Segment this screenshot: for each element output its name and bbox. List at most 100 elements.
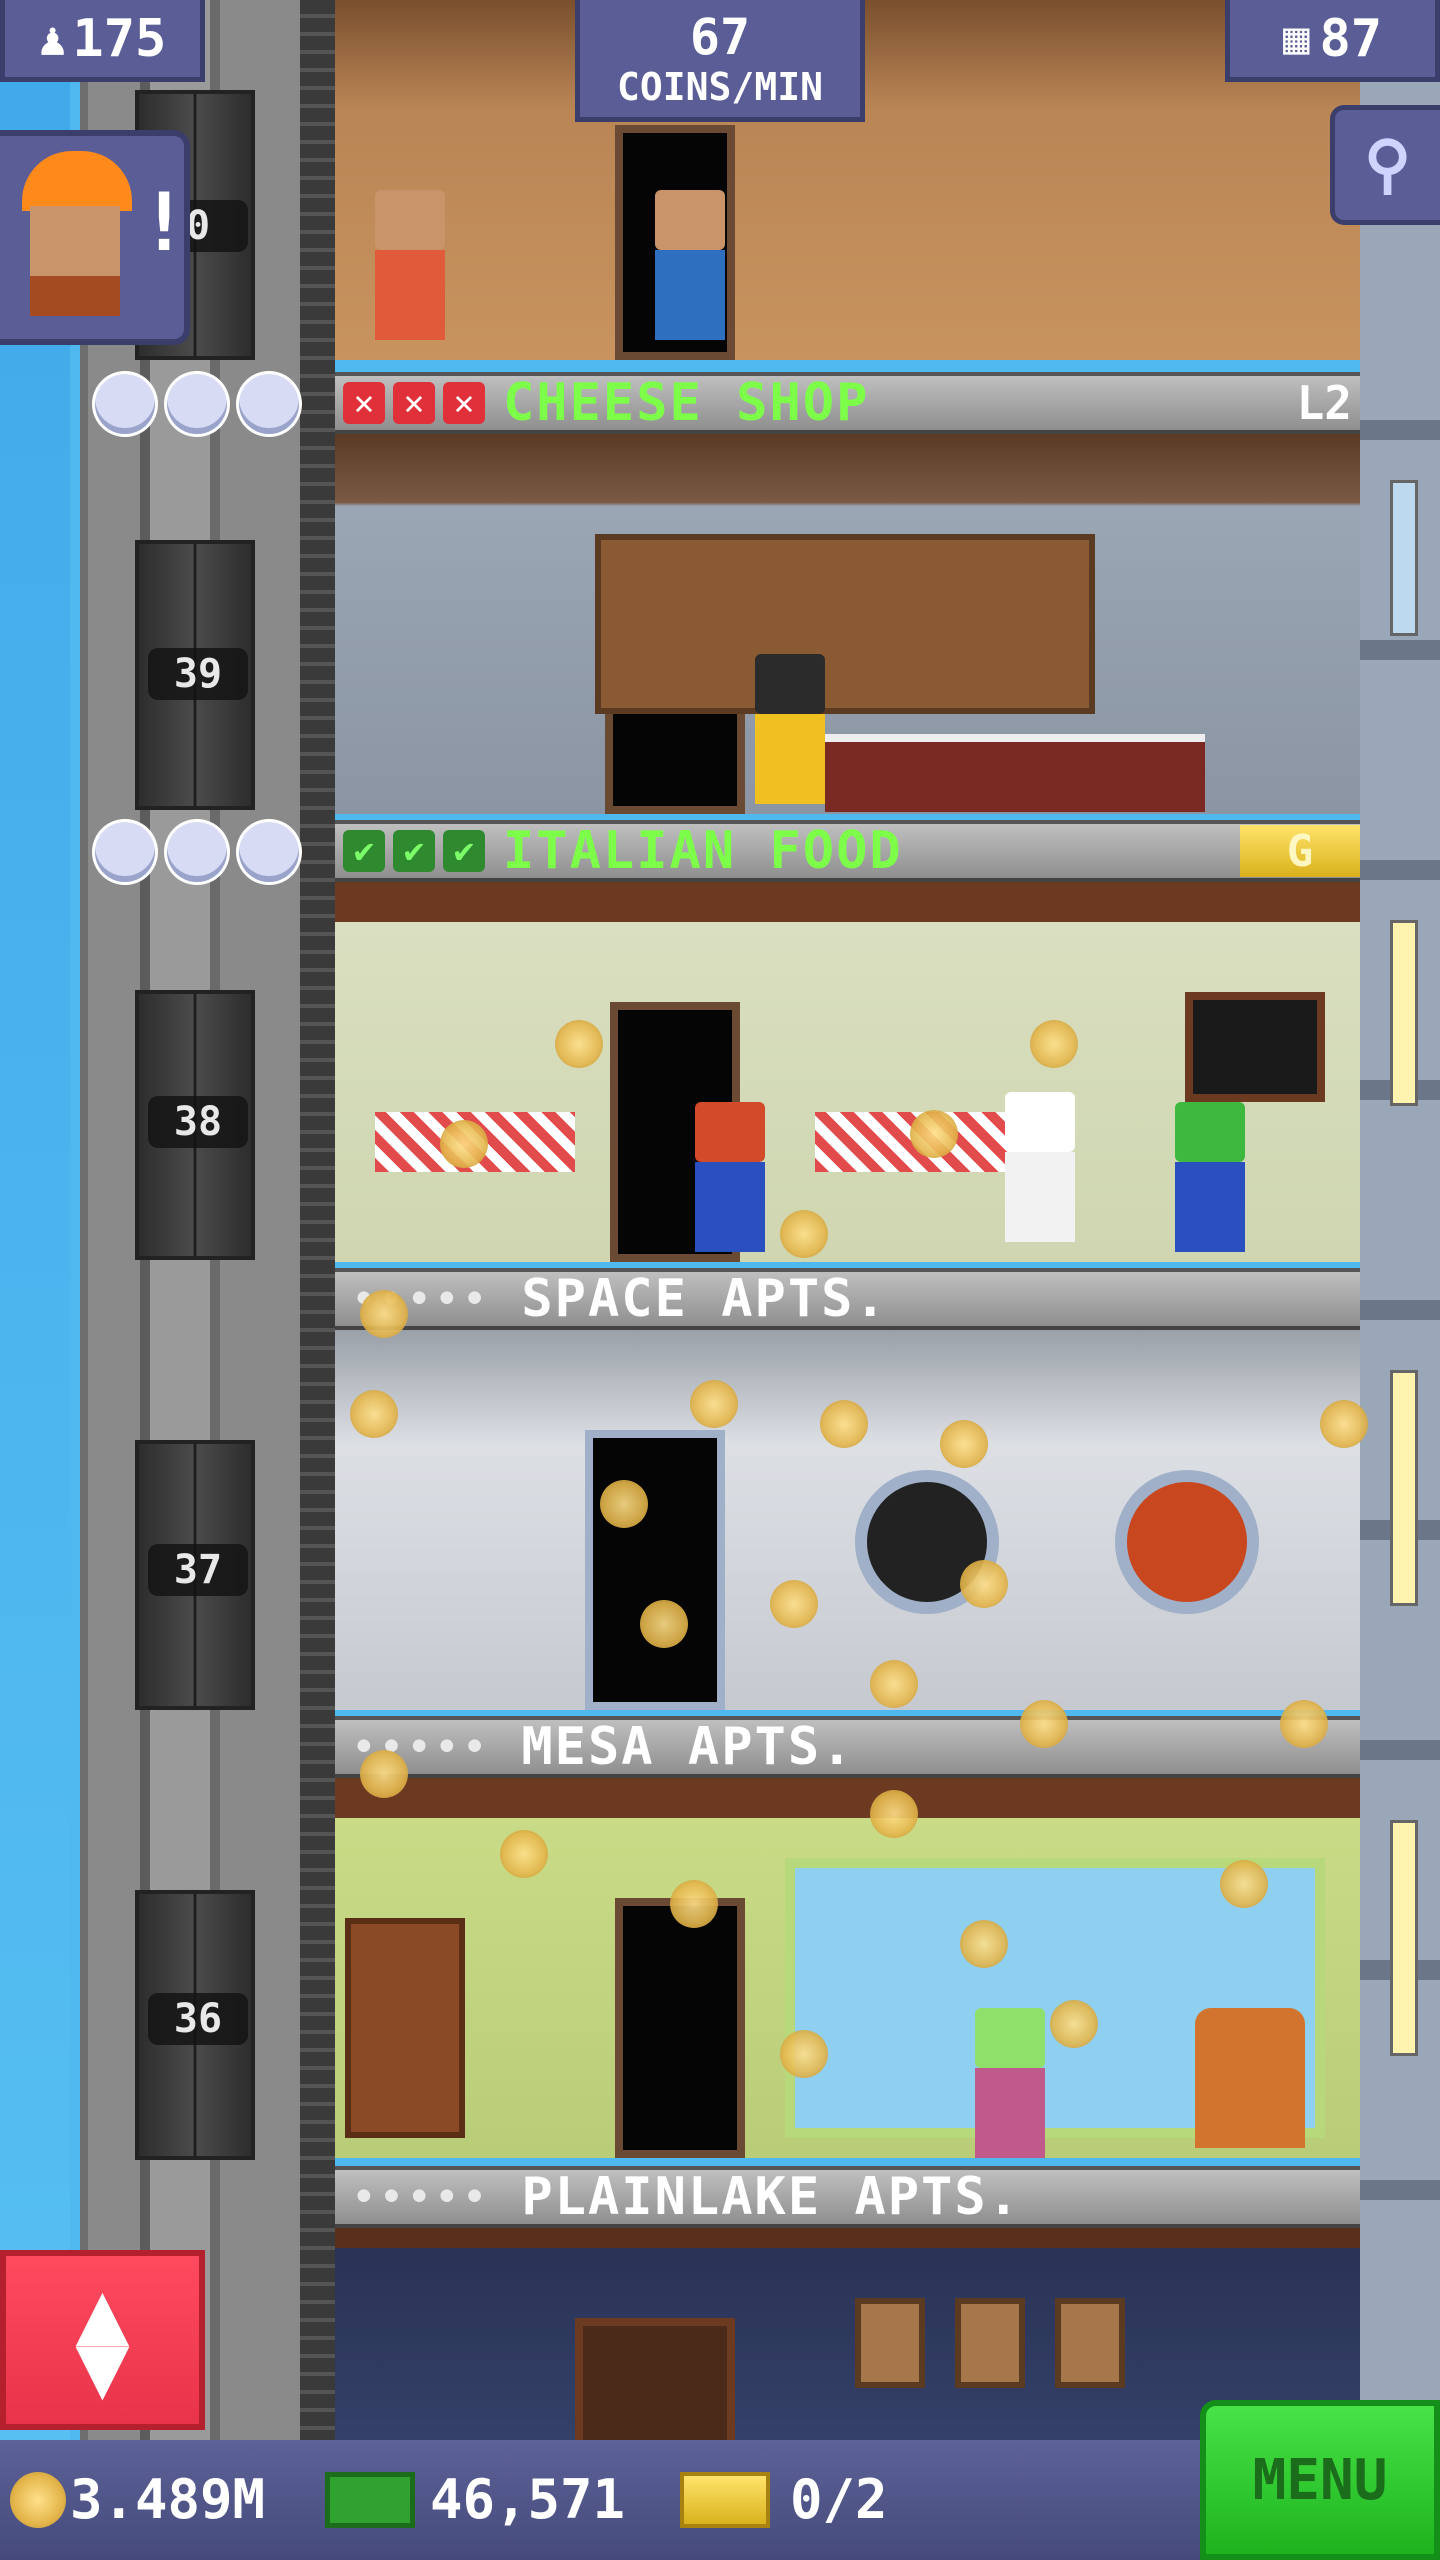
- coins-per-minute[interactable]: 67 COINS/MIN: [575, 0, 865, 122]
- elevator-button[interactable]: ▲ ▼: [0, 2250, 205, 2430]
- room-door-frame: [575, 2318, 735, 2440]
- bitizen-character[interactable]: [655, 190, 725, 340]
- floor-name: MESA APTS.: [521, 1717, 855, 1777]
- floor-banner-mesa-apts[interactable]: ••••• MESA APTS.: [335, 1716, 1360, 1778]
- floor-rating-stars: [95, 374, 299, 434]
- star-icon: [239, 374, 299, 434]
- vip-ticket-icon: [680, 2472, 770, 2528]
- sky-background: [0, 0, 70, 2560]
- alert-icon: !: [140, 176, 189, 269]
- shop-counter: [825, 734, 1205, 812]
- bitizen-character[interactable]: [375, 190, 445, 340]
- floor-banner-space-apts[interactable]: ••••• SPACE APTS.: [335, 1268, 1360, 1330]
- floors-counter[interactable]: ▦ 87: [1225, 0, 1440, 82]
- x-mark-icon: ✕: [393, 382, 435, 424]
- floor-banner-italian-food[interactable]: ✔ ✔ ✔ ITALIAN FOOD G: [335, 820, 1360, 882]
- room-space-apts[interactable]: [335, 1330, 1360, 1710]
- check-mark-icon: ✔: [343, 830, 385, 872]
- coin-icon: [870, 1660, 918, 1708]
- wall-picture: [855, 2298, 925, 2388]
- bitizen-character[interactable]: [695, 1102, 765, 1252]
- elevator-floor-number: 37: [148, 1544, 248, 1596]
- check-mark-icon: ✔: [393, 830, 435, 872]
- coin-icon: [1050, 2000, 1098, 2048]
- population-value: 175: [72, 8, 167, 69]
- coin-icon: [670, 1880, 718, 1928]
- side-window: [1390, 920, 1418, 1106]
- coin-icon: [940, 1420, 988, 1468]
- coin-icon: [1280, 1700, 1328, 1748]
- floor-banner-plainlake-apts[interactable]: ••••• PLAINLAKE APTS.: [335, 2166, 1360, 2228]
- bitizen-character[interactable]: [1175, 1102, 1245, 1252]
- floor-rating-stars: [95, 822, 299, 882]
- elevator-floor-number: 36: [148, 1993, 248, 2045]
- star-icon: [95, 374, 155, 434]
- coin-icon: [1220, 1860, 1268, 1908]
- room-door: [615, 1898, 745, 2158]
- side-window: [1390, 1820, 1418, 2056]
- coin-icon: [640, 1600, 688, 1648]
- coin-icon: [690, 1380, 738, 1428]
- coin-icon: [360, 1750, 408, 1798]
- floor-name: PLAINLAKE APTS.: [521, 2167, 1021, 2227]
- floor-level: L2: [1296, 376, 1352, 430]
- floor-banner-cheese-shop[interactable]: ✕ ✕ ✕ CHEESE SHOP L2: [335, 372, 1360, 434]
- coin-icon: [440, 1120, 488, 1168]
- builder-button[interactable]: !: [0, 130, 190, 345]
- menu-chalkboard: [1185, 992, 1325, 1102]
- coin-icon: [820, 1400, 868, 1448]
- builder-avatar-icon: [22, 151, 132, 211]
- star-icon: [95, 822, 155, 882]
- floors-value: 87: [1319, 8, 1383, 69]
- coin-icon: [500, 1830, 548, 1878]
- builder-face: [30, 206, 120, 316]
- coin-icon: [960, 1560, 1008, 1608]
- coin-icon: [1020, 1700, 1068, 1748]
- floors-icon: ▦: [1282, 13, 1310, 64]
- population-counter[interactable]: ♟ 175: [0, 0, 205, 82]
- armchair: [1195, 2008, 1305, 2148]
- bookshelf: [345, 1918, 465, 2138]
- check-mark-icon: ✔: [443, 830, 485, 872]
- search-button[interactable]: ⚲: [1330, 105, 1440, 225]
- room-italian-food[interactable]: [335, 882, 1360, 1262]
- side-window: [1390, 1370, 1418, 1606]
- coin-icon: [600, 1480, 648, 1528]
- bitizen-character[interactable]: [755, 654, 825, 804]
- side-window: [1390, 480, 1418, 636]
- x-mark-icon: ✕: [343, 382, 385, 424]
- coins-rate-unit: COINS/MIN: [617, 64, 823, 109]
- room-door: [585, 1430, 725, 1710]
- vip-tickets[interactable]: 0/2: [790, 2468, 888, 2531]
- star-icon: [167, 374, 227, 434]
- person-icon: ♟: [38, 11, 67, 66]
- star-icon: [239, 822, 299, 882]
- room-mesa-apts[interactable]: [335, 1778, 1360, 2158]
- bux-icon: [325, 2472, 415, 2528]
- coin-icon: [780, 1210, 828, 1258]
- search-icon: ⚲: [1364, 128, 1411, 202]
- coin-icon: [10, 2472, 66, 2528]
- resident-dots: •••••: [353, 2176, 492, 2218]
- star-icon: [167, 822, 227, 882]
- elevator-updown-icon: ▲ ▼: [75, 2260, 130, 2419]
- bitizen-character[interactable]: [1005, 1092, 1075, 1242]
- coin-icon: [350, 1390, 398, 1438]
- porthole-window: [1115, 1470, 1259, 1614]
- coin-icon: [910, 1110, 958, 1158]
- coins-total[interactable]: 3.489M: [70, 2468, 265, 2531]
- cheese-shelf: [595, 534, 1095, 714]
- wall-picture: [955, 2298, 1025, 2388]
- coin-icon: [770, 1580, 818, 1628]
- coin-icon: [780, 2030, 828, 2078]
- bux-total[interactable]: 46,571: [430, 2468, 625, 2531]
- coin-icon: [555, 1020, 603, 1068]
- menu-button[interactable]: MENU: [1200, 2400, 1440, 2560]
- elevator-floor-number: 39: [148, 648, 248, 700]
- room-cheese-shop[interactable]: [335, 434, 1360, 814]
- building-right-wall: [1360, 0, 1440, 2440]
- floor-level-gold-tag: G: [1240, 825, 1360, 877]
- coin-icon: [1030, 1020, 1078, 1068]
- bitizen-character[interactable]: [975, 2008, 1045, 2158]
- coin-icon: [960, 1920, 1008, 1968]
